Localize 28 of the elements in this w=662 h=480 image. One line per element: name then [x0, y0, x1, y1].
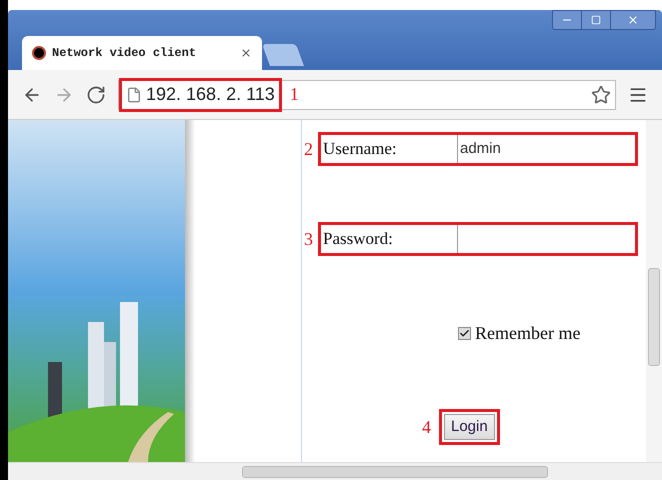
annotation-number: 4 [422, 416, 431, 438]
login-button[interactable]: Login [444, 414, 495, 440]
field-label: Password: [322, 228, 394, 250]
maximize-button[interactable] [582, 10, 610, 30]
field-label: Username: [322, 138, 398, 160]
address-bar[interactable]: 192. 168. 2. 113 1 [118, 80, 616, 110]
page-icon [32, 46, 46, 60]
scrollbar-thumb[interactable] [648, 268, 660, 366]
close-tab-icon[interactable] [240, 47, 252, 59]
annotation-number: 1 [290, 83, 299, 106]
bookmark-star-icon[interactable] [591, 84, 611, 104]
close-button[interactable] [610, 10, 656, 30]
tab-title: Network video client [52, 45, 198, 62]
page-icon [126, 86, 142, 102]
annotation-number: 2 [304, 138, 314, 160]
annotation-number: 3 [304, 228, 314, 250]
scrollbar-thumb[interactable] [242, 466, 548, 478]
close-icon [627, 14, 639, 26]
new-tab-button[interactable] [262, 44, 304, 66]
checkmark-icon [459, 328, 470, 339]
url-text: 192. 168. 2. 113 [146, 83, 275, 106]
browser-tab[interactable]: Network video client [22, 36, 262, 70]
reload-icon[interactable] [86, 84, 106, 104]
checkbox-label: Remember me [475, 322, 580, 345]
vertical-scrollbar[interactable] [646, 120, 662, 462]
maximize-icon [591, 15, 601, 25]
horizontal-scrollbar[interactable] [8, 462, 662, 480]
checkbox[interactable] [458, 327, 471, 340]
